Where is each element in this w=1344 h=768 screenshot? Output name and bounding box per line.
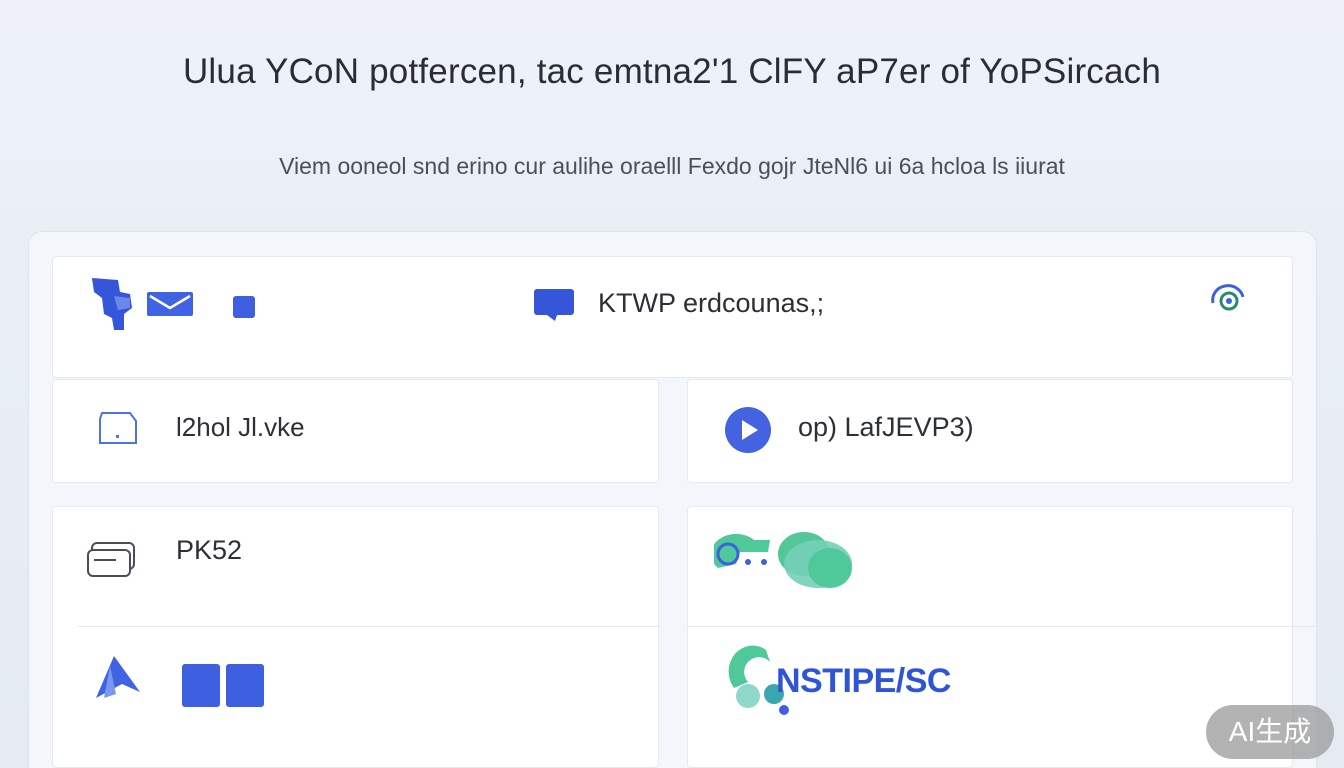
- ai-generated-badge: AI生成: [1206, 705, 1334, 759]
- mail-icon[interactable]: [146, 291, 194, 322]
- divider: [78, 626, 659, 627]
- list-item-folder[interactable]: [52, 379, 659, 483]
- target-icon[interactable]: [1209, 283, 1247, 322]
- play-icon[interactable]: [724, 406, 772, 459]
- arrow-logo-icon[interactable]: [92, 654, 142, 705]
- brand-wordmark[interactable]: NSTIPE/SC: [776, 662, 951, 701]
- grid-blocks-icon[interactable]: [182, 664, 266, 713]
- divider: [687, 626, 1317, 627]
- square-icon[interactable]: [233, 296, 255, 323]
- list-item-label: op) LafJEVP3): [798, 412, 974, 442]
- list-item-label: PK52: [176, 535, 243, 565]
- list-item-play[interactable]: [687, 379, 1293, 483]
- list-item-label: l2hol Jl.vke: [176, 412, 305, 442]
- card-stack-icon: [86, 540, 138, 583]
- chat-bubble-icon[interactable]: [533, 288, 575, 327]
- page-subtitle: Viem ooneol snd erino cur aulihe oraelll…: [279, 153, 1065, 179]
- topbar-title: KTWP erdcounas,;: [598, 288, 825, 318]
- brand-logo-icon[interactable]: [90, 274, 136, 339]
- list-item-cards[interactable]: [52, 506, 659, 768]
- folder-icon: [96, 409, 140, 452]
- bubbles-logo-icon[interactable]: [710, 528, 856, 597]
- page-title: Ulua YCoN potfercen, tac emtna2'1 ClFY a…: [182, 52, 1162, 91]
